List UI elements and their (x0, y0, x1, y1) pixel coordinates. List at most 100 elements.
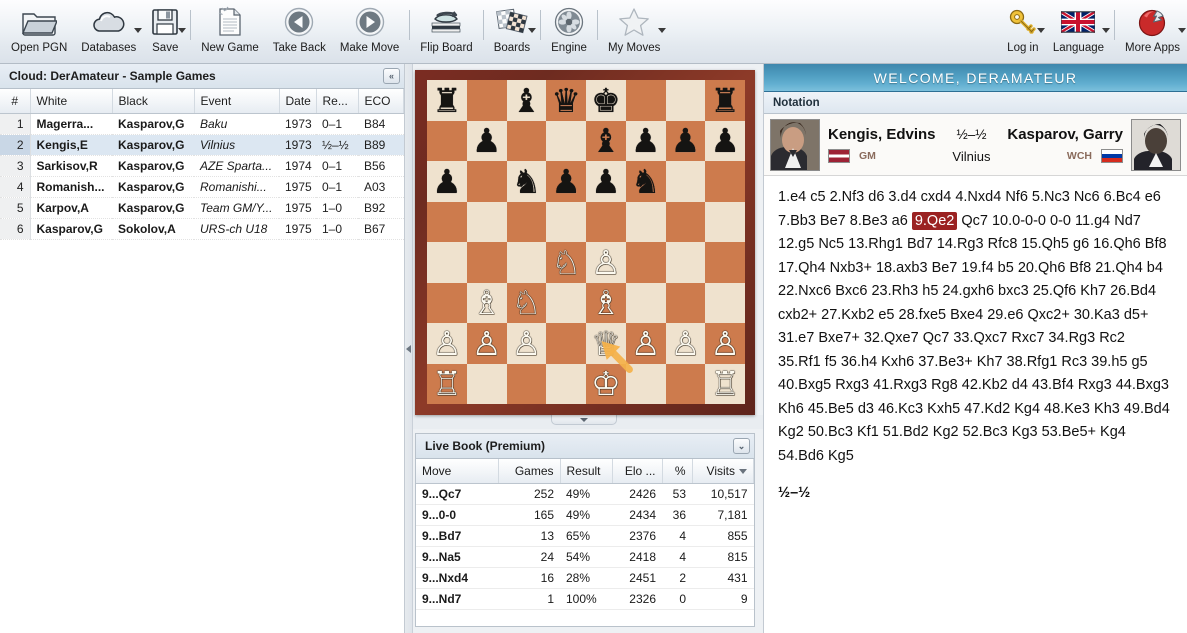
column-header-number[interactable]: # (0, 89, 31, 114)
white-knight-piece[interactable]: ♘ (551, 246, 581, 279)
table-row[interactable]: 9...Nd7 1 100% 2326 0 9 (416, 588, 754, 610)
board-square-f3[interactable] (625, 282, 666, 323)
toolbar-button-take-back[interactable]: Take Back (266, 2, 333, 62)
white-pawn-piece[interactable]: ♙ (432, 327, 462, 360)
table-row[interactable]: 9...Qc7 252 49% 2426 53 10,517 (416, 483, 754, 505)
board-square-c6[interactable]: ♞ (506, 161, 547, 202)
black-knight-piece[interactable]: ♞ (512, 165, 542, 198)
board-square-d2[interactable] (546, 323, 586, 364)
board-square-e7[interactable]: ♝ (586, 120, 626, 161)
table-row[interactable]: 1 Magerra... Kasparov,G Baku 1973 0–1 B84 (0, 113, 404, 135)
column-header-games[interactable]: Games (498, 459, 561, 484)
board-square-b5[interactable] (466, 201, 507, 242)
board-square-h5[interactable] (705, 201, 745, 242)
column-header-percent[interactable]: % (662, 459, 693, 484)
collapse-panel-button[interactable]: « (383, 68, 400, 84)
black-rook-piece[interactable]: ♜ (432, 84, 462, 117)
board-square-g7[interactable]: ♟ (665, 120, 706, 161)
board-square-g8[interactable] (665, 80, 706, 121)
toolbar-button-make-move[interactable]: Make Move (333, 2, 406, 62)
board-square-d1[interactable] (546, 363, 586, 404)
board-square-g2[interactable]: ♙ (665, 323, 706, 364)
chevron-down-icon[interactable] (658, 28, 667, 33)
white-pawn-piece[interactable]: ♙ (710, 327, 740, 360)
board-square-h8[interactable]: ♜ (705, 80, 745, 121)
column-header-eco[interactable]: ECO (358, 89, 404, 114)
black-pawn-piece[interactable]: ♟ (671, 124, 701, 157)
black-pawn-piece[interactable]: ♟ (591, 165, 621, 198)
table-row[interactable]: 4 Romanish... Kasparov,G Romanishi... 1975 0–… (0, 176, 404, 198)
black-pawn-piece[interactable]: ♟ (631, 124, 661, 157)
board-square-b2[interactable]: ♙ (466, 323, 507, 364)
board-collapse-handle[interactable] (551, 415, 617, 425)
board-square-b4[interactable] (466, 242, 507, 283)
board-square-h4[interactable] (705, 242, 745, 283)
column-header-result[interactable]: Result (560, 459, 613, 484)
column-header-white[interactable]: White (30, 89, 113, 114)
white-pawn-piece[interactable]: ♙ (631, 327, 661, 360)
chevron-down-icon[interactable] (1102, 28, 1111, 33)
column-header-move[interactable]: Move (416, 459, 499, 484)
toolbar-button-databases[interactable]: Databases (74, 2, 143, 62)
board-square-h2[interactable]: ♙ (705, 323, 745, 364)
board-square-h3[interactable] (705, 282, 745, 323)
white-bishop-piece[interactable]: ♗ (591, 286, 621, 319)
board-square-e2[interactable]: ♕ (586, 323, 626, 364)
black-pawn-piece[interactable]: ♟ (551, 165, 581, 198)
table-row[interactable]: 9...Nxd4 16 28% 2451 2 431 (416, 567, 754, 589)
board-square-e5[interactable] (586, 201, 626, 242)
column-header-event[interactable]: Event (194, 89, 280, 114)
toolbar-button-engine[interactable]: Engine (544, 2, 594, 62)
board-square-b1[interactable] (466, 363, 507, 404)
board-square-h6[interactable] (705, 161, 745, 202)
board-square-d7[interactable] (546, 120, 586, 161)
toolbar-button-save[interactable]: Save (143, 2, 187, 62)
chevron-down-icon[interactable] (134, 28, 143, 33)
board-square-a3[interactable] (427, 282, 467, 323)
tab-notation[interactable]: Notation (764, 92, 1187, 114)
board-square-h7[interactable]: ♟ (705, 120, 745, 161)
board-square-g6[interactable] (665, 161, 706, 202)
board-square-b6[interactable] (466, 161, 507, 202)
column-header-result[interactable]: Re... (316, 89, 359, 114)
chevron-down-icon[interactable] (178, 28, 187, 33)
black-knight-piece[interactable]: ♞ (631, 165, 661, 198)
table-row[interactable]: 3 Sarkisov,R Kasparov,G AZE Sparta... 1974 0–… (0, 155, 404, 177)
black-queen-piece[interactable]: ♛ (551, 84, 581, 117)
black-pawn-piece[interactable]: ♟ (710, 124, 740, 157)
white-pawn-piece[interactable]: ♙ (512, 327, 542, 360)
board-square-f8[interactable] (625, 80, 666, 121)
toolbar-button-more-apps[interactable]: More Apps (1118, 2, 1187, 62)
board-square-a7[interactable] (427, 120, 467, 161)
toolbar-button-log-in[interactable]: Log in (1000, 2, 1046, 62)
white-knight-piece[interactable]: ♘ (512, 286, 542, 319)
white-queen-piece[interactable]: ♕ (591, 327, 621, 360)
board-square-c8[interactable]: ♝ (506, 80, 547, 121)
table-row[interactable]: 9...0-0 165 49% 2434 36 7,181 (416, 504, 754, 526)
board-square-c4[interactable] (506, 242, 547, 283)
toolbar-button-boards[interactable]: Boards (487, 2, 537, 62)
board-square-f1[interactable] (625, 363, 666, 404)
board-square-a5[interactable] (427, 201, 467, 242)
board-square-f4[interactable] (625, 242, 666, 283)
chevron-down-icon[interactable] (528, 28, 537, 33)
white-rook-piece[interactable]: ♖ (710, 367, 740, 400)
chevron-down-icon[interactable] (1036, 28, 1045, 33)
table-row[interactable]: 2 Kengis,E Kasparov,G Vilnius 1973 ½–½ B89 (0, 134, 404, 156)
board-square-e6[interactable]: ♟ (586, 161, 626, 202)
board-square-a1[interactable]: ♖ (427, 363, 467, 404)
board-square-e3[interactable]: ♗ (586, 282, 626, 323)
chessboard[interactable]: ♜ ♝ ♛ ♚ ♜ ♟ ♝ ♟ ♟ ♟ ♟ ♞ ♟ ♟ ♞ ♘ ♙ ♗ ♘ ♗ ♙ ♙ ♙ ♕ ♙ ♙ ♙ ♖ ♔ ♖ (427, 80, 745, 404)
white-pawn-piece[interactable]: ♙ (591, 246, 621, 279)
board-square-b3[interactable]: ♗ (466, 282, 507, 323)
board-square-f7[interactable]: ♟ (625, 120, 666, 161)
board-square-f6[interactable]: ♞ (625, 161, 666, 202)
black-pawn-piece[interactable]: ♟ (432, 165, 462, 198)
board-square-b8[interactable] (466, 80, 507, 121)
board-square-e8[interactable]: ♚ (586, 80, 626, 121)
board-square-d6[interactable]: ♟ (546, 161, 586, 202)
left-splitter[interactable] (405, 64, 413, 633)
board-square-a6[interactable]: ♟ (427, 161, 467, 202)
table-row[interactable]: 6 Kasparov,G Sokolov,A URS-ch U18 1975 1–0 B67 (0, 218, 404, 240)
table-row[interactable]: 9...Bd7 13 65% 2376 4 855 (416, 525, 754, 547)
